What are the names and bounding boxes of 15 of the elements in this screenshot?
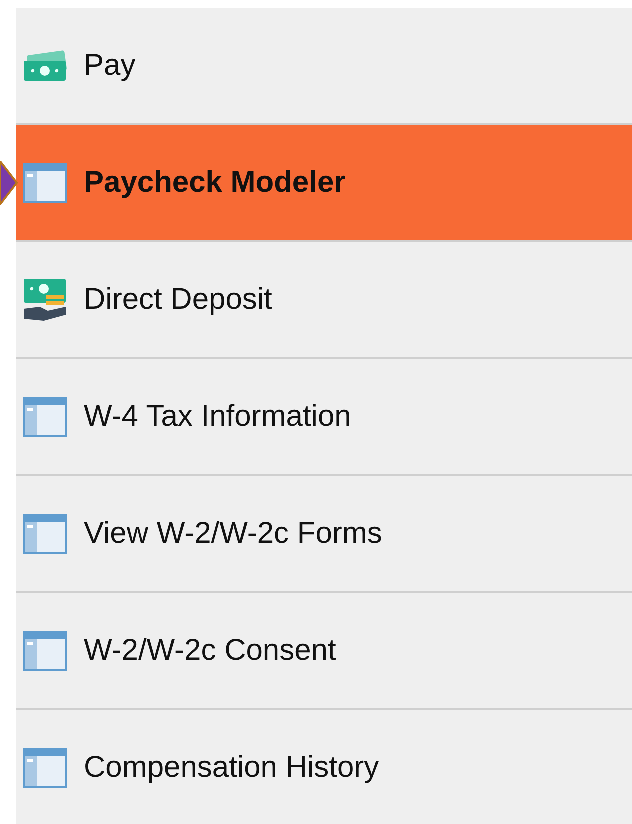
menu-item-label: Pay xyxy=(84,48,136,82)
window-icon xyxy=(22,746,68,788)
menu-item-label: W-2/W-2c Consent xyxy=(84,634,336,668)
hand-cash-icon xyxy=(22,276,68,322)
menu-item-label: Paycheck Modeler xyxy=(84,166,346,200)
menu-item-label: W-4 Tax Information xyxy=(84,400,352,434)
menu-item-label: View W-2/W-2c Forms xyxy=(84,516,382,550)
window-icon xyxy=(22,630,68,672)
pointer-icon xyxy=(0,160,18,204)
window-icon xyxy=(22,162,68,204)
window-icon xyxy=(22,396,68,438)
menu-item-label: Direct Deposit xyxy=(84,282,272,316)
cash-icon xyxy=(22,48,68,82)
window-icon xyxy=(22,512,68,554)
menu-item-label: Compensation History xyxy=(84,750,380,784)
